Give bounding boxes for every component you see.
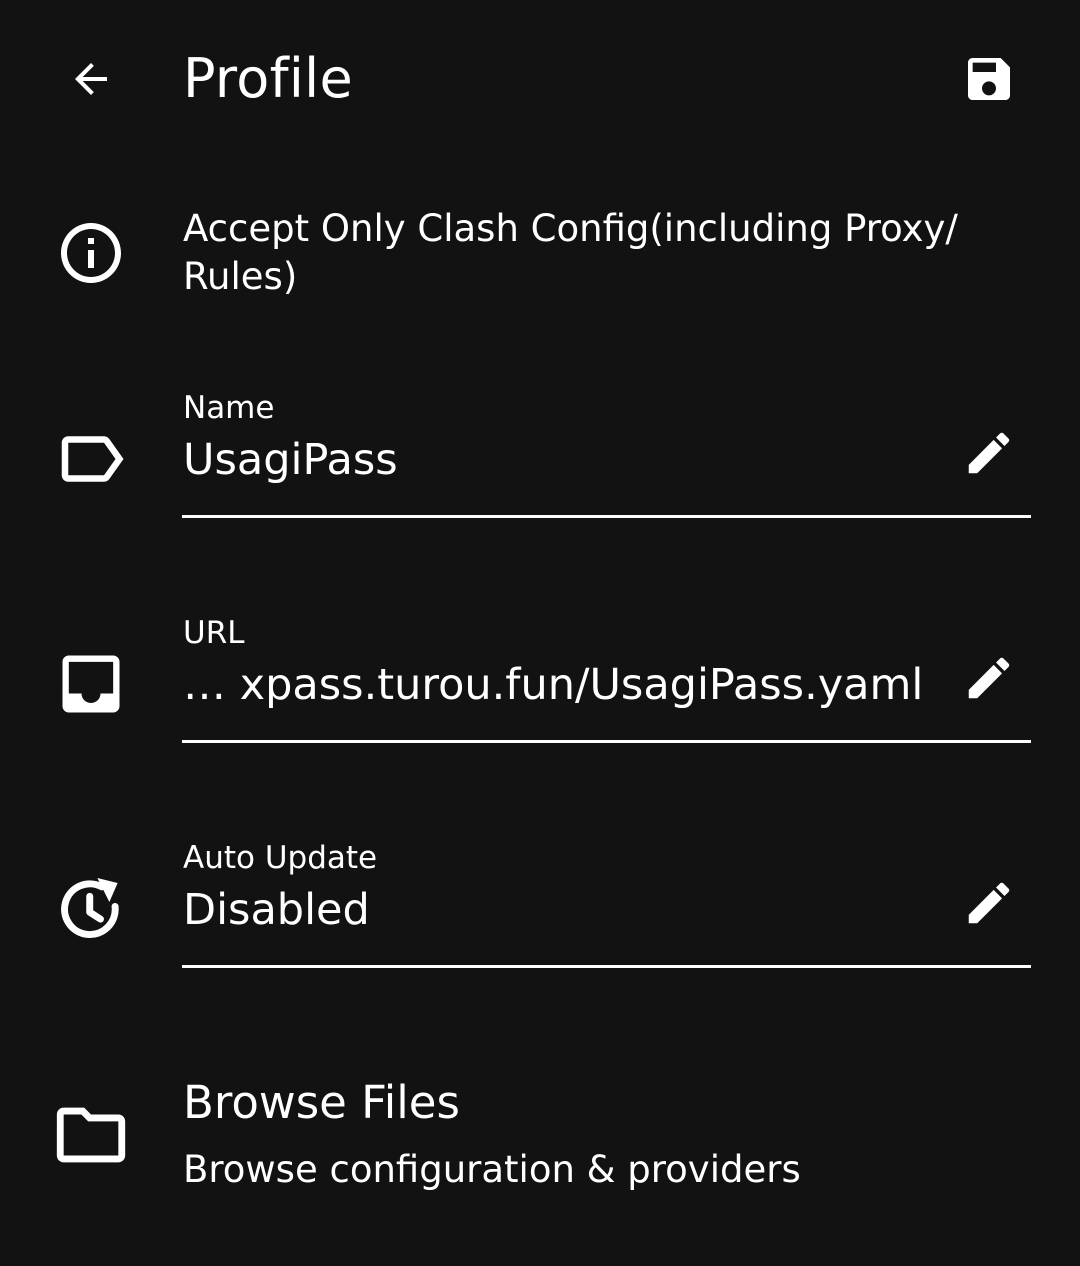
info-message: Accept Only Clash Config(including Proxy… — [183, 205, 1013, 301]
url-field-value: … xpass.turou.fun/UsagiPass.yaml — [183, 660, 924, 710]
save-button[interactable] — [950, 42, 1028, 120]
info-message-line1: Accept Only Clash Config(including Proxy… — [183, 207, 958, 250]
app-bar: Profile — [0, 0, 1080, 160]
auto-update-field[interactable]: Auto Update Disabled — [182, 838, 1031, 968]
edit-pencil-icon — [962, 426, 1016, 484]
url-field[interactable]: URL … xpass.turou.fun/UsagiPass.yaml — [182, 613, 1031, 743]
browse-files-subtitle: Browse configuration & providers — [183, 1148, 801, 1191]
name-field-underline — [182, 515, 1031, 518]
name-field[interactable]: Name UsagiPass — [182, 388, 1031, 518]
edit-pencil-icon — [962, 876, 1016, 934]
save-icon — [961, 51, 1017, 111]
page-title: Profile — [183, 47, 354, 110]
url-field-underline — [182, 740, 1031, 743]
name-field-value: UsagiPass — [183, 435, 398, 485]
info-icon — [46, 208, 136, 298]
edit-url-button[interactable] — [952, 643, 1026, 717]
back-button[interactable] — [52, 42, 130, 120]
browse-files-item[interactable]: Browse Files Browse configuration & prov… — [0, 1060, 1080, 1220]
edit-pencil-icon — [962, 651, 1016, 709]
auto-update-field-underline — [182, 965, 1031, 968]
edit-name-button[interactable] — [952, 418, 1026, 492]
folder-icon — [46, 1090, 136, 1180]
inbox-tray-icon — [46, 639, 136, 729]
arrow-back-icon — [67, 55, 115, 107]
auto-update-field-value: Disabled — [183, 885, 370, 935]
info-message-line2: Rules) — [183, 255, 298, 298]
browse-files-title: Browse Files — [183, 1076, 460, 1129]
edit-auto-update-button[interactable] — [952, 868, 1026, 942]
url-field-label: URL — [183, 615, 245, 651]
label-tag-icon — [46, 414, 136, 504]
clock-refresh-icon — [46, 864, 136, 954]
auto-update-field-label: Auto Update — [183, 840, 378, 876]
name-field-label: Name — [183, 390, 275, 426]
